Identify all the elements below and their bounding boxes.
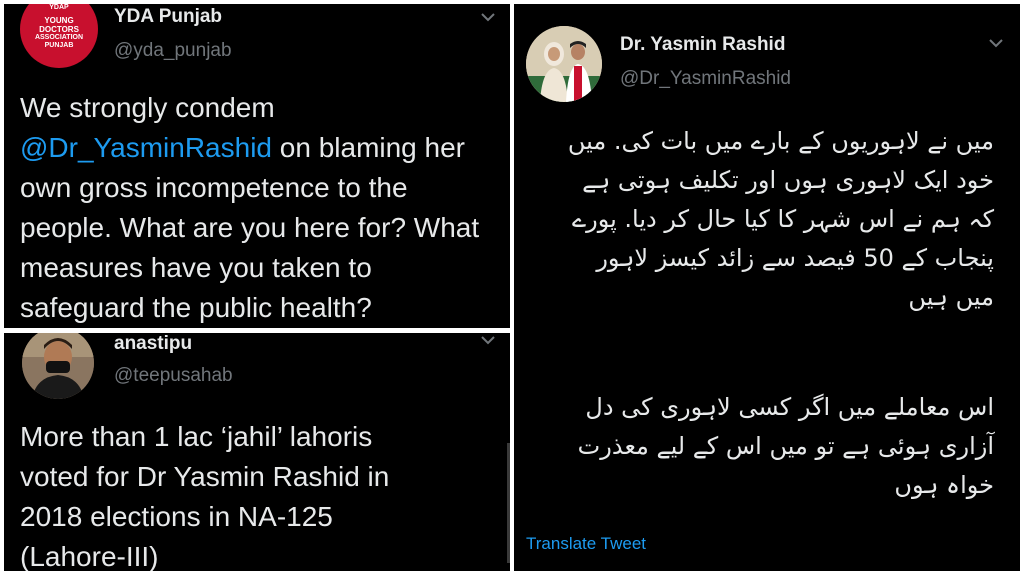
avatar[interactable] [526, 26, 602, 102]
tweet-text: More than 1 lac ‘jahil’ lahoris voted fo… [20, 421, 390, 571]
tweet-text-line: اس معاملے میں اگر کسی لاہوری کی دل [585, 393, 994, 421]
tweet-text-line: میں ہیں [908, 283, 994, 311]
tweet-text-line: پنجاب کے 50 فیصد سے زائد کیسز لاہور [596, 244, 994, 272]
chevron-down-icon[interactable] [476, 10, 500, 26]
tweet-text-line: میں نے لاہوریوں کے بارے میں بات کی. میں [567, 127, 994, 155]
tweet-text-part: We strongly condem [20, 92, 275, 123]
tweet-text-line: آزاری ہوئی ہے تو میں اس کے لیے معذرت [577, 432, 994, 460]
translate-tweet-link[interactable]: Translate Tweet [526, 534, 646, 554]
tweet-card-yasmin-rashid[interactable]: Dr. Yasmin Rashid @Dr_YasminRashid میں ن… [514, 4, 1020, 571]
person-photo [526, 26, 602, 102]
author-handle[interactable]: @yda_punjab [114, 40, 232, 62]
logo-text-line1: YOUNG [44, 16, 74, 25]
author-handle[interactable]: @teepusahab [114, 365, 233, 387]
tweet-text-paragraph-1: میں نے لاہوریوں کے بارے میں بات کی. میں … [524, 122, 994, 317]
author-handle[interactable]: @Dr_YasminRashid [620, 68, 791, 90]
chevron-down-icon[interactable] [476, 333, 500, 349]
tweet-text-line: کہ ہم نے اس شہر کا کیا حال کر دیا. پورے [572, 205, 994, 233]
logo-text-line4: PUNJAB [44, 42, 74, 49]
tweet-text-line: خواہ ہوں [894, 471, 994, 499]
chevron-down-icon[interactable] [984, 36, 1008, 52]
tweet-text-line: خود ایک لاہوری ہوں اور تکلیف ہوتی ہے [582, 166, 994, 194]
tweet-card-anastipu[interactable]: anastipu @teepusahab More than 1 lac ‘ja… [4, 333, 510, 571]
tweet-card-yda-punjab[interactable]: YDAP YOUNG DOCTORS ASSOCIATION PUNJAB YD… [4, 4, 510, 328]
tweet-text: We strongly condem @Dr_YasminRashid on b… [20, 88, 504, 328]
logo-text-top: YDAP [49, 4, 69, 11]
mention-link[interactable]: @Dr_YasminRashid [20, 132, 272, 163]
author-name[interactable]: Dr. Yasmin Rashid [620, 34, 785, 56]
person-photo [22, 333, 94, 399]
logo-text-line2: DOCTORS [39, 25, 79, 34]
scrollbar[interactable] [507, 443, 510, 563]
author-name[interactable]: anastipu [114, 333, 192, 355]
avatar[interactable]: YDAP YOUNG DOCTORS ASSOCIATION PUNJAB [20, 4, 98, 68]
author-name[interactable]: YDA Punjab [114, 6, 222, 28]
logo-text-line3: ASSOCIATION [34, 34, 84, 41]
avatar[interactable] [22, 333, 94, 399]
tweet-text-paragraph-2: اس معاملے میں اگر کسی لاہوری کی دل آزاری… [524, 388, 994, 505]
